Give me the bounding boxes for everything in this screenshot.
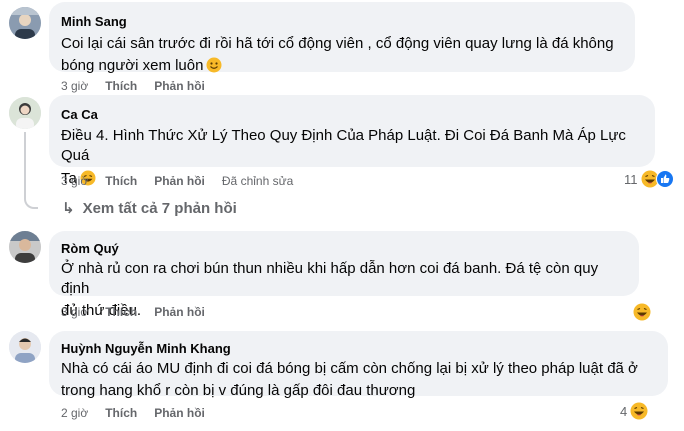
like-button[interactable]: Thích xyxy=(105,304,137,320)
comment-actions: 2 giờ Thích Phản hồi xyxy=(61,405,222,421)
like-button[interactable]: Thích xyxy=(105,405,137,421)
comment-timestamp[interactable]: 3 giờ xyxy=(61,173,88,189)
comment-text-line: Coi lại cái sân trước đi rồi hã tới cổ đ… xyxy=(61,35,614,52)
reaction-summary[interactable]: 4 xyxy=(620,402,648,420)
thread-connector xyxy=(24,132,26,198)
reply-button[interactable]: Phản hồi xyxy=(154,173,205,189)
comment-text-line: Điều 4. Hình Thức Xử Lý Theo Quy Định Củ… xyxy=(61,127,626,164)
reaction-summary[interactable] xyxy=(633,303,651,321)
comment-author[interactable]: Ca Ca xyxy=(61,106,643,123)
avatar[interactable] xyxy=(9,97,41,129)
comment-actions: 3 giờ Thích Phản hồi xyxy=(61,304,222,320)
reaction-count: 11 xyxy=(624,171,638,187)
like-icon xyxy=(655,170,674,188)
edited-label[interactable]: Đã chỉnh sửa xyxy=(222,173,293,189)
comment-actions: 3 giờ Thích Phản hồi Đã chỉnh sửa xyxy=(61,173,293,189)
comment-actions: 3 giờ Thích Phản hồi xyxy=(61,78,222,94)
thread-connector-curve xyxy=(24,195,38,209)
comment-text: bóng người xem luôn xyxy=(61,57,204,74)
reply-arrow-icon: ↳ xyxy=(62,200,75,217)
comment-bubble: Ròm Quý Ở nhà rủ con ra chơi bún thun nh… xyxy=(49,231,639,319)
avatar[interactable] xyxy=(9,331,41,363)
comment-text-line-2: bóng người xem luôn xyxy=(61,56,623,79)
comment-bubble: Ca Ca Điều 4. Hình Thức Xử Lý Theo Quy Đ… xyxy=(49,95,655,187)
comment-text-line: Ở nhà rủ con ra chơi bún thun nhiều khi … xyxy=(61,260,599,297)
comment-text-line-2: trong hang khổ r còn bị v đúng là gấp đô… xyxy=(61,382,416,399)
reaction-summary[interactable]: 11 xyxy=(624,170,674,188)
view-replies-label: Xem tất cả 7 phản hồi xyxy=(82,199,237,217)
comment-timestamp[interactable]: 3 giờ xyxy=(61,304,88,320)
reply-button[interactable]: Phản hồi xyxy=(154,304,205,320)
like-button[interactable]: Thích xyxy=(105,173,137,189)
comment-timestamp[interactable]: 2 giờ xyxy=(61,405,88,421)
avatar[interactable] xyxy=(9,7,41,39)
comment-bubble: Huỳnh Nguyễn Minh Khang Nhà có cái áo MU… xyxy=(49,331,668,399)
reply-button[interactable]: Phản hồi xyxy=(154,405,205,421)
comment-author[interactable]: Huỳnh Nguyễn Minh Khang xyxy=(61,340,656,357)
like-button[interactable]: Thích xyxy=(105,78,137,94)
view-replies-button[interactable]: ↳ Xem tất cả 7 phản hồi xyxy=(62,199,237,218)
comment-author[interactable]: Ròm Quý xyxy=(61,240,627,257)
reaction-count: 4 xyxy=(620,403,628,419)
comment-text-line: Nhà có cái áo MU định đi coi đá bóng bị … xyxy=(61,360,638,377)
reply-button[interactable]: Phản hồi xyxy=(154,78,205,94)
haha-icon xyxy=(630,402,648,420)
smile-emoji-icon xyxy=(206,57,222,79)
avatar[interactable] xyxy=(9,231,41,263)
comment-author[interactable]: Minh Sang xyxy=(61,13,623,30)
haha-icon xyxy=(633,303,651,321)
comment-bubble: Minh Sang Coi lại cái sân trước đi rồi h… xyxy=(49,2,635,74)
comment-timestamp[interactable]: 3 giờ xyxy=(61,78,88,94)
